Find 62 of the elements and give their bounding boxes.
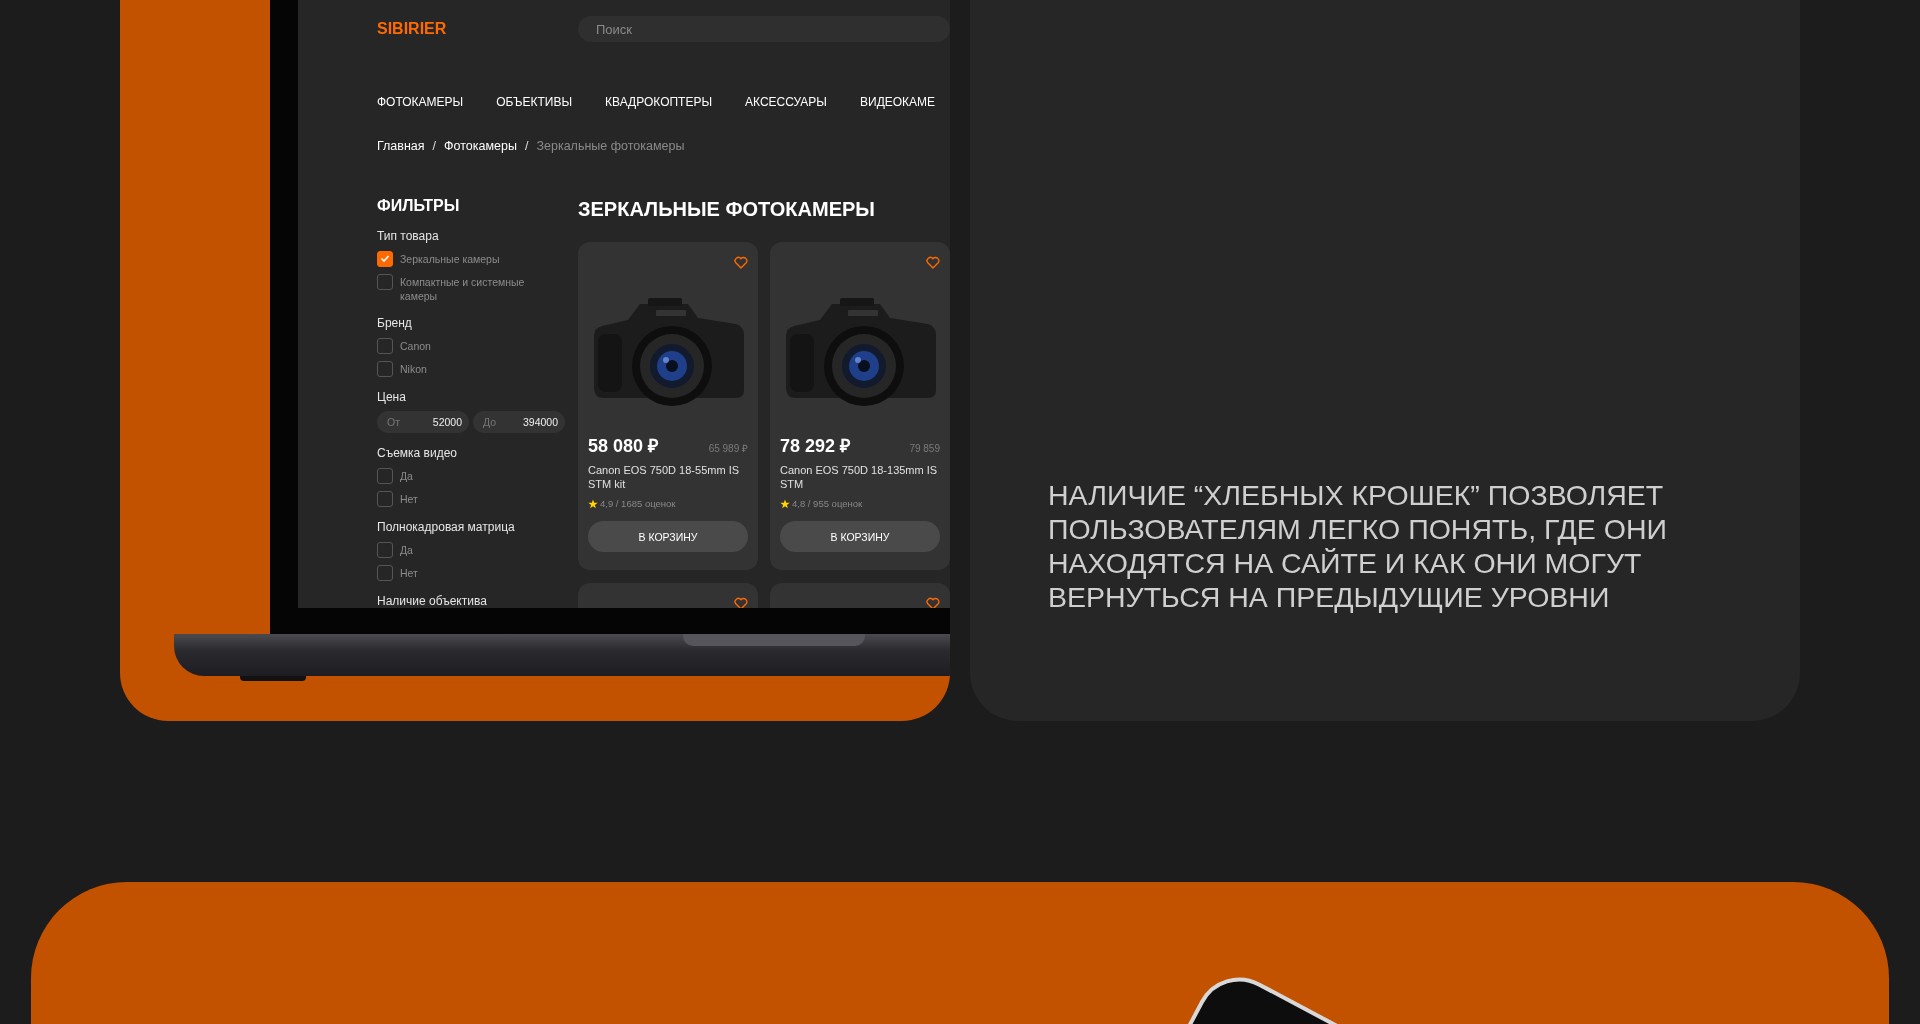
heart-icon[interactable] (734, 256, 748, 270)
checkbox[interactable] (377, 361, 393, 377)
add-to-cart-button[interactable]: В КОРЗИНУ (780, 521, 940, 552)
breadcrumb-separator: / (432, 138, 437, 154)
field-label: До (483, 416, 497, 428)
old-price: 65 989 ₽ (708, 442, 748, 455)
product-name: Canon EOS 750D 18-135mm IS STM (780, 463, 939, 491)
price-field[interactable]: До 394000 (473, 411, 565, 433)
heart-icon[interactable] (926, 597, 940, 608)
checkbox-label: Да (400, 469, 413, 483)
field-value: 52000 (432, 416, 462, 428)
breadcrumb-link[interactable]: Фотокамеры (444, 138, 517, 154)
checkbox-label: Компактные и системные камеры (400, 275, 526, 303)
star-icon (588, 498, 598, 509)
checkbox[interactable] (377, 274, 393, 290)
search-field[interactable]: Поиск (578, 16, 950, 42)
star-icon (780, 498, 790, 509)
filters-title: ФИЛЬТРЫ (377, 196, 461, 216)
checkbox-label: Да (400, 543, 413, 557)
logo[interactable]: SIBIRIER (377, 20, 578, 38)
checkbox[interactable] (377, 491, 393, 507)
checkbox[interactable] (377, 338, 393, 354)
checkbox[interactable] (377, 251, 393, 267)
add-to-cart-button[interactable]: В КОРЗИНУ (588, 521, 748, 552)
price-field[interactable]: От 52000 (377, 411, 469, 433)
rating-text: 4,9 / 1685 оценок (600, 498, 676, 509)
nav-link[interactable]: ФОТОКАМЕРЫ (377, 94, 464, 110)
heart-icon[interactable] (734, 597, 748, 608)
product-card[interactable]: 78 292 ₽ 79 859 Canon EOS 750D 18-135mm IS STM 4,8 / 955 оценок В КОРЗИНУ (770, 242, 950, 570)
checkbox-label: Нет (400, 492, 418, 506)
breadcrumb-link[interactable]: Главная (377, 138, 425, 154)
laptop-foot (240, 676, 306, 681)
filter-group-title: Бренд (377, 315, 413, 331)
filter-group-title: Цена (377, 389, 407, 405)
checkbox[interactable] (377, 542, 393, 558)
filter-group-title: Наличие объектива (377, 593, 488, 608)
heart-icon[interactable] (926, 256, 940, 270)
checkbox-label: Нет (400, 566, 418, 580)
nav-link[interactable]: АКСЕССУАРЫ (745, 94, 827, 110)
product-name: Canon EOS 750D 18-55mm IS STM kit (588, 463, 741, 491)
field-label: От (387, 416, 400, 428)
checkbox-label: Canon (400, 339, 431, 353)
checkbox-label: Зеркальные камеры (400, 252, 500, 266)
price: 58 080 ₽ (588, 435, 659, 457)
rating-text: 4,8 / 955 оценок (792, 498, 863, 509)
breadcrumb-current[interactable]: Зеркальные фотокамеры (536, 138, 685, 154)
price: 78 292 ₽ (780, 435, 851, 457)
catalog-title: ЗЕРКАЛЬНЫЕ ФОТОКАМЕРЫ (578, 197, 876, 221)
nav-link[interactable]: ОБЪЕКТИВЫ (496, 94, 573, 110)
nav-link[interactable]: ВИДЕОКАМЕ (860, 94, 936, 110)
field-value: 394000 (522, 416, 558, 428)
checkbox-label: Nikon (400, 362, 427, 376)
filter-group-title: Съемка видео (377, 445, 459, 461)
checkbox[interactable] (377, 468, 393, 484)
product-card[interactable]: 58 080 ₽ 65 989 ₽ Canon EOS 750D 18-55mm IS STM kit 4,9 / 1685 оценок В КОРЗИНУ (578, 242, 758, 570)
checkbox[interactable] (377, 565, 393, 581)
nav-link[interactable]: КВАДРОКОПТЕРЫ (605, 94, 713, 110)
caption-text: НАЛИЧИЕ “ХЛЕБНЫХ КРОШЕК” ПОЗВОЛЯЕТ ПОЛЬЗОВАТЕЛЯМ ЛЕГКО ПОНЯТЬ, ГДЕ ОНИ НАХОДЯТСЯ НА САЙТЕ И КАК ОНИ МОГУТ ВЕРНУТЬСЯ НА ПРЕДЫДУЩИЕ УРОВНИ (1048, 478, 1668, 614)
filter-group-title: Тип товара (377, 228, 440, 244)
old-price: 79 859 (909, 443, 940, 454)
breadcrumb-separator: / (524, 138, 529, 154)
filter-group-title: Полнокадровая матрица (377, 519, 516, 535)
